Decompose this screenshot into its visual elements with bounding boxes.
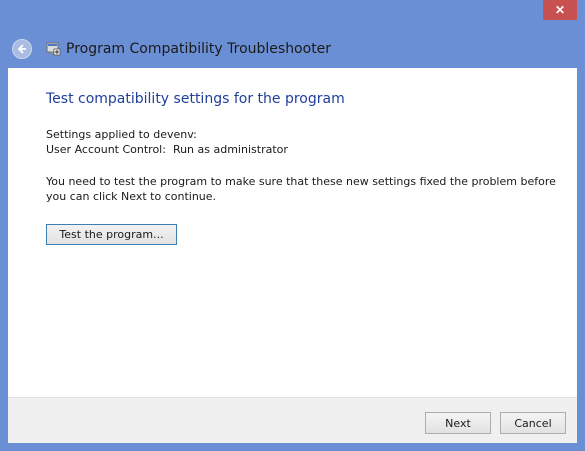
window-title: Program Compatibility Troubleshooter [66,41,332,57]
settings-applied-text: Settings applied to devenv: [46,128,197,141]
test-program-button[interactable]: Test the program... [46,224,177,245]
back-arrow-icon [17,44,26,54]
troubleshooter-window: ✕ Program Compatibility Troubleshooter T… [0,0,585,451]
page-heading: Test compatibility settings for the prog… [46,91,345,107]
close-icon: ✕ [554,3,566,17]
header-bar: Program Compatibility Troubleshooter [8,30,577,68]
uac-setting-text: User Account Control: Run as administrat… [46,143,288,156]
back-button[interactable] [12,39,32,59]
troubleshooter-icon [45,41,61,57]
footer-bar: Next Cancel [8,397,577,443]
content-panel: Test compatibility settings for the prog… [8,68,577,397]
close-button[interactable]: ✕ [543,0,577,20]
instruction-message: You need to test the program to make sur… [46,175,556,203]
cancel-button[interactable]: Cancel [500,412,566,434]
settings-info: Settings applied to devenv: User Account… [46,127,288,157]
next-button[interactable]: Next [425,412,491,434]
